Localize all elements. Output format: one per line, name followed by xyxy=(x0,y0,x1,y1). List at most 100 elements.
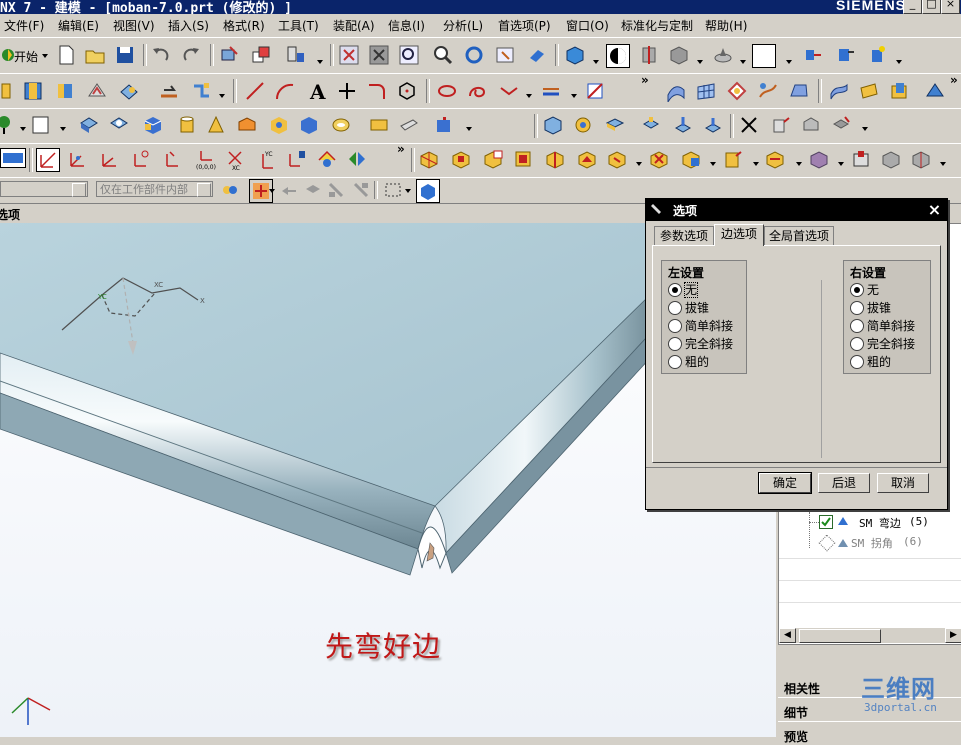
perspective-icon[interactable] xyxy=(526,44,548,66)
dropdown-icon[interactable] xyxy=(466,127,472,131)
left-option-draft[interactable]: 拔锥 xyxy=(668,299,709,317)
start-button[interactable]: 开始 xyxy=(14,48,38,65)
feature-select-icon[interactable] xyxy=(325,179,347,201)
wcs-display-icon[interactable] xyxy=(0,148,26,168)
patch-body-icon[interactable] xyxy=(830,114,852,136)
wcs-save-icon[interactable]: XC xyxy=(224,148,246,170)
quick-pick-icon[interactable] xyxy=(278,179,300,201)
jog-icon[interactable] xyxy=(190,80,212,102)
offset-curve-icon[interactable] xyxy=(540,80,562,102)
pan-icon[interactable] xyxy=(494,44,516,66)
menu-assembly[interactable]: 装配(A) xyxy=(333,17,375,34)
left-option-simple-miter[interactable]: 简单斜接 xyxy=(668,317,733,335)
wcs-dynamic-icon[interactable] xyxy=(66,148,88,170)
tree-item-label[interactable]: SM 弯边 xyxy=(859,515,901,531)
contour-flange-icon[interactable] xyxy=(86,80,108,102)
left-option-none[interactable]: 无 xyxy=(668,281,699,299)
menu-edit[interactable]: 编辑(E) xyxy=(58,17,99,34)
rect-select-icon[interactable] xyxy=(382,179,404,201)
ellipse-icon[interactable] xyxy=(436,80,458,102)
redo-icon[interactable] xyxy=(180,44,202,66)
sketch-icon[interactable] xyxy=(0,80,22,102)
tab-icon[interactable] xyxy=(22,80,44,102)
radio-icon[interactable] xyxy=(668,318,682,333)
boss-icon[interactable] xyxy=(298,114,320,136)
wcs-rotate-icon[interactable] xyxy=(98,148,120,170)
dropdown-icon[interactable] xyxy=(60,127,66,131)
pattern-icon[interactable] xyxy=(434,114,456,136)
cancel-button[interactable]: 取消 xyxy=(877,473,929,493)
label-chamfer-icon[interactable] xyxy=(880,148,902,170)
sweep-icon[interactable] xyxy=(757,80,779,102)
start-dropdown-icon[interactable] xyxy=(42,54,48,58)
menu-view[interactable]: 视图(V) xyxy=(113,17,155,34)
intersect-icon[interactable] xyxy=(450,148,472,170)
background-icon[interactable] xyxy=(712,44,734,66)
label-blend-icon[interactable] xyxy=(910,148,932,170)
edge-blend-icon[interactable] xyxy=(572,114,594,136)
surface-icon[interactable] xyxy=(665,80,687,102)
render-style-icon[interactable] xyxy=(606,44,630,68)
dropdown-icon[interactable] xyxy=(405,189,411,193)
dropdown-icon[interactable] xyxy=(740,60,746,64)
offset-surface-icon[interactable] xyxy=(888,80,910,102)
trim-body-icon[interactable] xyxy=(738,114,760,136)
menu-info[interactable]: 信息(I) xyxy=(388,17,425,34)
new-icon[interactable] xyxy=(55,44,77,66)
zoom-window-icon[interactable] xyxy=(368,44,390,66)
close-window-button[interactable]: × xyxy=(941,0,960,14)
spline-icon[interactable] xyxy=(466,80,488,102)
scroll-left-icon[interactable]: ◀ xyxy=(779,628,796,643)
select-filter-icon[interactable] xyxy=(285,44,307,66)
toolbar-overflow-icon[interactable]: » xyxy=(397,142,405,156)
unite-icon[interactable] xyxy=(542,114,564,136)
n-sided-surface-icon[interactable] xyxy=(788,80,810,102)
dropdown-icon[interactable] xyxy=(20,127,26,131)
scroll-right-icon[interactable]: ▶ xyxy=(945,628,961,643)
scroll-thumb[interactable] xyxy=(799,629,881,643)
dropdown-icon[interactable] xyxy=(571,94,577,98)
lofted-flange-icon[interactable] xyxy=(118,80,140,102)
scope-combo[interactable]: 仅在工作部件内部 xyxy=(96,181,213,197)
subtract-icon[interactable] xyxy=(482,148,504,170)
tab-edge-options[interactable]: 边选项 xyxy=(714,224,764,246)
pad-icon[interactable] xyxy=(398,114,420,136)
open-icon[interactable] xyxy=(84,44,106,66)
extrude-surface-icon[interactable] xyxy=(858,80,880,102)
trim-sheet-icon[interactable] xyxy=(924,80,946,102)
offset-face-icon[interactable] xyxy=(702,114,724,136)
menu-help[interactable]: 帮助(H) xyxy=(705,17,747,34)
extract-icon[interactable] xyxy=(512,148,534,170)
ok-button[interactable]: 确定 xyxy=(758,472,812,494)
magnify-icon[interactable] xyxy=(432,44,454,66)
radio-icon[interactable] xyxy=(850,354,864,369)
undo-icon[interactable] xyxy=(150,44,172,66)
dropdown-icon[interactable] xyxy=(593,60,599,64)
menu-standardize[interactable]: 标准化与定制 xyxy=(621,17,693,34)
point-icon[interactable] xyxy=(336,80,358,102)
dropdown-icon[interactable] xyxy=(796,162,802,166)
tab-global-preferences[interactable]: 全局首选项 xyxy=(764,226,834,245)
dropdown-icon[interactable] xyxy=(940,162,946,166)
groove-icon[interactable] xyxy=(368,114,390,136)
resize-face-icon[interactable] xyxy=(722,148,744,170)
menu-format[interactable]: 格式(R) xyxy=(223,17,265,34)
instance-icon[interactable] xyxy=(576,148,598,170)
wcs-absolute-icon[interactable]: (0,0,0) xyxy=(194,148,216,170)
split-body-icon[interactable] xyxy=(770,114,792,136)
zoom-icon[interactable] xyxy=(398,44,420,66)
dialog-title-bar[interactable]: 选项 × xyxy=(646,199,947,221)
dropdown-icon[interactable] xyxy=(317,60,323,64)
line-icon[interactable] xyxy=(244,80,266,102)
chevron-down-icon[interactable] xyxy=(72,183,86,197)
solid-view-icon[interactable] xyxy=(668,44,690,66)
wcs-change-yc-icon[interactable] xyxy=(286,148,308,170)
component-select-icon[interactable] xyxy=(350,179,372,201)
feature-checkbox[interactable] xyxy=(819,515,833,529)
type-filter-combo[interactable] xyxy=(0,181,88,197)
menu-tools[interactable]: 工具(T) xyxy=(278,17,319,34)
menu-analysis[interactable]: 分析(L) xyxy=(443,17,483,34)
pull-face-icon[interactable] xyxy=(764,148,786,170)
right-option-draft[interactable]: 拔锥 xyxy=(850,299,891,317)
dropdown-icon[interactable] xyxy=(896,60,902,64)
